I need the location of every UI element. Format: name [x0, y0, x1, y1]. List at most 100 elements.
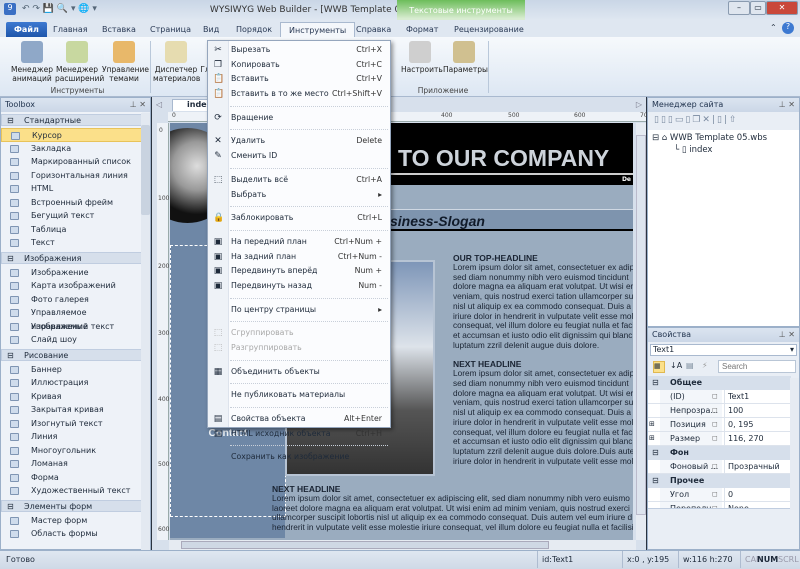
menu-item[interactable]: ⬚ Разгруппировать: [208, 341, 390, 356]
events-icon[interactable]: ⚡: [702, 361, 708, 370]
toolbox-item[interactable]: Таблица: [1, 223, 142, 237]
menu-item[interactable]: Выбрать ▸: [208, 188, 390, 203]
toolbox-item[interactable]: Линия: [1, 430, 142, 444]
toolbox-item[interactable]: Ломаная: [1, 457, 142, 471]
property-scrollbar[interactable]: [790, 378, 799, 510]
toolbox-item[interactable]: Баннер: [1, 363, 142, 377]
menu-item[interactable]: ✎ Сменить ID: [208, 149, 390, 164]
property-value[interactable]: None: [724, 502, 749, 508]
toolbox-item[interactable]: Управляемый текст: [1, 320, 142, 334]
property-row[interactable]: ⊞ Размер ◻ 116, 270: [648, 432, 791, 446]
toolbox-section-header[interactable]: Стандартные: [1, 114, 142, 126]
menu-item[interactable]: ▤ HTML исходник объекта Ctrl+H: [208, 427, 390, 442]
horizontal-scrollbar[interactable]: [169, 540, 636, 550]
toolbox-item[interactable]: Маркированный список: [1, 155, 142, 169]
extension-manager-button[interactable]: Менеджер расширений: [55, 41, 104, 83]
toolbox-item[interactable]: Курсор: [1, 128, 142, 142]
close-button[interactable]: ✕: [766, 1, 798, 15]
categorized-icon[interactable]: ▦: [653, 361, 665, 373]
property-row[interactable]: Угол ◻ 0: [648, 488, 791, 502]
property-value[interactable]: 0, 195: [724, 418, 753, 431]
toolbox-item[interactable]: HTML: [1, 182, 142, 196]
bind-icon[interactable]: ◻: [712, 432, 718, 445]
tab-arrange[interactable]: Порядок: [236, 22, 272, 37]
tree-page-index[interactable]: └ ▯ index: [652, 145, 795, 155]
property-search-input[interactable]: [718, 360, 796, 373]
site-manager-toolbar[interactable]: ▯▯▯▭▯❐✕|▯|⇧: [648, 112, 799, 130]
tab-help[interactable]: Справка: [356, 22, 391, 37]
bind-icon[interactable]: ◻: [712, 502, 718, 508]
toolbox-item[interactable]: Горизонтальная линия: [1, 169, 142, 183]
tab-scroll-left[interactable]: ◁: [156, 100, 162, 109]
expand-icon[interactable]: ⊞: [649, 418, 655, 431]
toolbox-item[interactable]: Иллюстрация: [1, 376, 142, 390]
toolbox-item[interactable]: Кривая: [1, 390, 142, 404]
toolbox-item[interactable]: Управляемое изображение: [1, 306, 142, 331]
tab-page[interactable]: Страница: [150, 22, 191, 37]
pin-close-icons[interactable]: ⊥ ✕: [779, 98, 795, 112]
toolbox-item[interactable]: Изображение: [1, 266, 142, 280]
menu-item[interactable]: ⬚ Выделить всё Ctrl+A: [208, 173, 390, 188]
property-category[interactable]: Фон: [648, 446, 791, 460]
bind-icon[interactable]: ◻: [712, 418, 718, 431]
menu-item[interactable]: По центру страницы ▸: [208, 303, 390, 318]
menu-item[interactable]: ✂ Вырезать Ctrl+X: [208, 43, 390, 58]
property-value[interactable]: 0: [724, 488, 733, 501]
tab-file[interactable]: Файл: [6, 22, 47, 37]
property-value[interactable]: 100: [724, 404, 743, 417]
toolbox-scrollbar[interactable]: [141, 113, 150, 550]
menu-item[interactable]: 📋 Вставить в то же место Ctrl+Shift+V: [208, 87, 390, 102]
toolbox-item[interactable]: Область формы: [1, 527, 142, 541]
collapse-ribbon-icon[interactable]: ⌃: [770, 23, 777, 32]
menu-item[interactable]: ▣ Передвинуть вперёд Num +: [208, 264, 390, 279]
maximize-button[interactable]: ▭: [750, 1, 766, 15]
tab-scroll-right[interactable]: ▷: [636, 100, 642, 109]
toolbox-item[interactable]: Художественный текст: [1, 484, 142, 498]
menu-item[interactable]: Не публиковать материалы: [208, 388, 390, 403]
materials-manager-button[interactable]: Диспетчер материалов: [153, 41, 200, 83]
menu-item[interactable]: ✕ Удалить Delete: [208, 134, 390, 149]
menu-item[interactable]: ▦ Объединить объекты: [208, 365, 390, 380]
animation-manager-button[interactable]: Менеджер анимаций: [10, 41, 54, 83]
toolbox-item[interactable]: Закладка: [1, 142, 142, 156]
menu-item[interactable]: ⟳ Вращение: [208, 111, 390, 126]
toolbox-item[interactable]: Встроенный фрейм: [1, 196, 142, 210]
menu-item[interactable]: ▣ На передний план Ctrl+Num +: [208, 235, 390, 250]
tab-review[interactable]: Рецензирование: [454, 22, 524, 37]
tree-root[interactable]: ⊟ ⌂ WWB Template 05.wbs: [652, 133, 795, 143]
vertical-scrollbar[interactable]: [636, 123, 646, 540]
bind-icon[interactable]: ◻: [712, 460, 718, 473]
tab-insert[interactable]: Вставка: [102, 22, 136, 37]
menu-item[interactable]: ❐ Копировать Ctrl+C: [208, 58, 390, 73]
tab-tools[interactable]: Инструменты: [280, 22, 356, 37]
property-value[interactable]: Text1: [724, 390, 749, 403]
toolbox-item[interactable]: Изогнутый текст: [1, 417, 142, 431]
minimize-button[interactable]: –: [728, 1, 750, 15]
toolbox-item[interactable]: Мастер форм: [1, 514, 142, 528]
menu-item[interactable]: ▣ На задний план Ctrl+Num -: [208, 250, 390, 265]
expand-icon[interactable]: ⊞: [649, 432, 655, 445]
toolbox-item[interactable]: Карта изображений: [1, 279, 142, 293]
pin-close-icons[interactable]: ⊥ ✕: [779, 328, 795, 342]
theme-manager-button[interactable]: Управление темами: [102, 41, 149, 83]
property-value[interactable]: Прозрачный: [724, 460, 780, 473]
toolbox-section-header[interactable]: Элементы форм: [1, 499, 142, 512]
toolbox-item[interactable]: Текст: [1, 236, 142, 250]
menu-item[interactable]: ▣ Передвинуть назад Num -: [208, 279, 390, 294]
property-pages-icon[interactable]: ▤: [686, 361, 694, 370]
property-value[interactable]: 116, 270: [724, 432, 764, 445]
help-icon[interactable]: ?: [782, 22, 794, 34]
menu-item[interactable]: Сохранить как изображение: [208, 450, 390, 465]
customize-button[interactable]: Настроить: [401, 41, 443, 74]
property-row[interactable]: Переполн...◻None: [648, 502, 791, 508]
menu-item[interactable]: ⬚ Сгруппировать: [208, 326, 390, 341]
menu-item[interactable]: 🔒 Заблокировать Ctrl+L: [208, 211, 390, 226]
property-row[interactable]: Непрозра... ◻ 100: [648, 404, 791, 418]
toolbox-item[interactable]: Закрытая кривая: [1, 403, 142, 417]
bind-icon[interactable]: ◻: [712, 404, 718, 417]
bind-icon[interactable]: ◻: [712, 390, 718, 403]
tab-home[interactable]: Главная: [53, 22, 88, 37]
property-row[interactable]: (ID) ◻ Text1: [648, 390, 791, 404]
tab-format[interactable]: Формат: [406, 22, 438, 37]
toolbox-item[interactable]: Многоугольник: [1, 444, 142, 458]
